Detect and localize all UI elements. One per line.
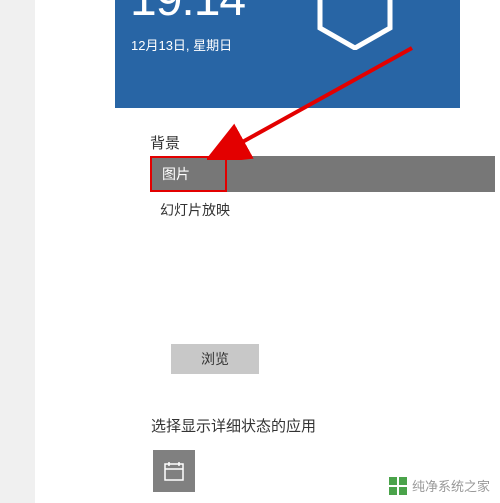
- calendar-icon: [163, 460, 185, 482]
- detail-status-section-label: 选择显示详细状态的应用: [151, 415, 316, 436]
- app-tile-calendar[interactable]: [153, 450, 195, 492]
- dropdown-option-slideshow[interactable]: 幻灯片放映: [150, 192, 495, 228]
- background-dropdown[interactable]: 图片 幻灯片放映: [150, 156, 495, 228]
- settings-panel: 19:14 12月13日, 星期日 背景 图片 幻灯片放映 浏览 选择显示详细状…: [35, 0, 500, 503]
- watermark-text: 纯净系统之家: [412, 476, 490, 495]
- background-section-label: 背景: [150, 132, 180, 153]
- watermark: 纯净系统之家: [389, 476, 490, 495]
- windows-logo-icon: [315, 0, 395, 50]
- watermark-logo-icon: [389, 477, 407, 495]
- browse-button[interactable]: 浏览: [171, 344, 259, 374]
- lock-screen-preview: 19:14 12月13日, 星期日: [115, 0, 460, 108]
- lock-date: 12月13日, 星期日: [131, 35, 232, 54]
- lock-time: 19:14: [130, 0, 245, 27]
- dropdown-option-picture[interactable]: 图片: [150, 156, 227, 192]
